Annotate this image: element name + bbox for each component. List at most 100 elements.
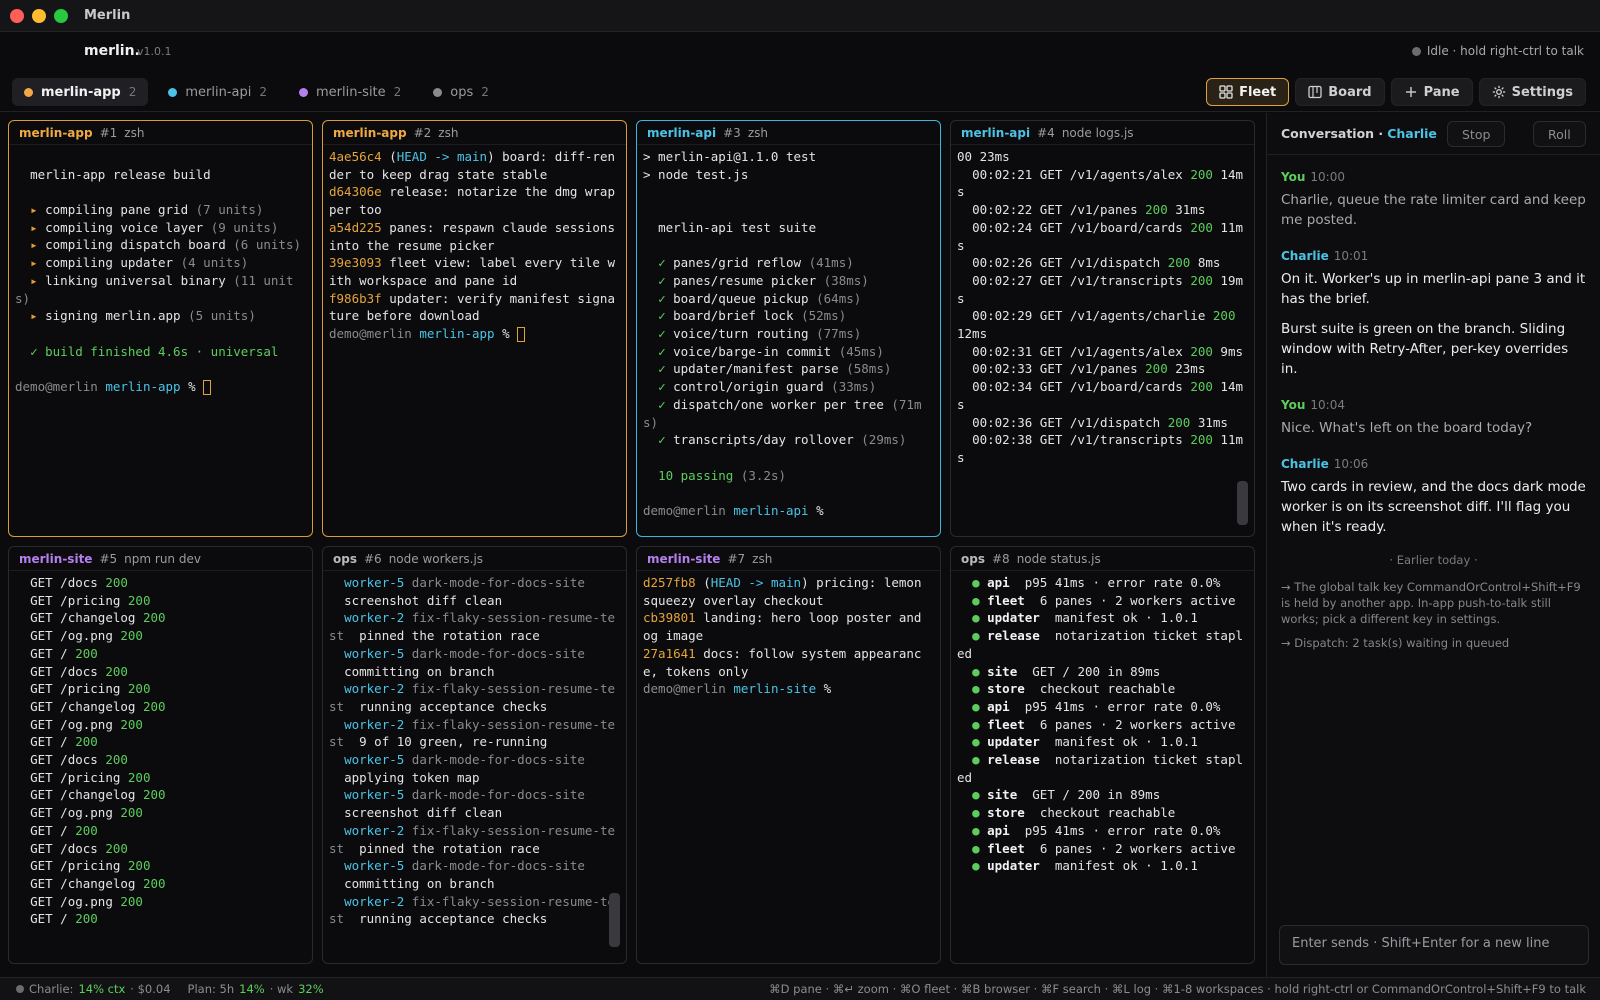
close-window-button[interactable]: [10, 9, 24, 23]
terminal-text: manifest ok · 1.0.1: [1039, 734, 1198, 750]
terminal-pane-6[interactable]: ops #6 node workers.js worker-5 dark-mod…: [322, 546, 627, 964]
terminal-text: screenshot diff clean: [329, 592, 503, 608]
terminal-text: ▸: [15, 219, 46, 235]
add-pane-button[interactable]: Pane: [1390, 78, 1473, 106]
terminal-text: d64306e: [329, 184, 382, 200]
terminal-output[interactable]: 00 23ms 00:02:21 GET /v1/agents/alex 200…: [951, 145, 1254, 467]
terminal-pane-3[interactable]: merlin-api #3 zsh > merlin-api@1.1.0 tes…: [636, 120, 941, 537]
terminal-text: GET /pricing: [15, 858, 128, 874]
message-author: Charlie 10:06: [1281, 454, 1586, 474]
terminal-line: ● api p95 41ms · error rate 0.0%: [957, 698, 1249, 716]
terminal-line: GET /og.png 200: [15, 716, 307, 734]
terminal-text: ●: [957, 628, 988, 644]
terminal-pane-4[interactable]: merlin-api #4 node logs.js 00 23ms 00:02…: [950, 120, 1255, 537]
tab-count: 2: [393, 85, 402, 99]
terminal-line: > node test.js: [643, 166, 935, 184]
terminal-text: 00:02:29 GET /v1/agents/charlie: [957, 308, 1213, 324]
terminal-text: 200: [1212, 308, 1236, 324]
terminal-pane-2[interactable]: merlin-app #2 zsh 4ae56c4 (HEAD -> main)…: [322, 120, 627, 537]
terminal-pane-1[interactable]: merlin-app #1 zsh merlin-app release bui…: [8, 120, 313, 537]
terminal-text: worker-5: [329, 752, 405, 768]
terminal-text: 200: [75, 645, 98, 661]
pane-command: node logs.js: [1061, 125, 1134, 140]
workspace-dot-icon: [299, 87, 309, 97]
terminal-line: worker-2 fix-flaky-session-resume-test r…: [329, 893, 621, 928]
terminal-output[interactable]: ● api p95 41ms · error rate 0.0% ● fleet…: [951, 571, 1254, 875]
terminal-text: 200: [105, 840, 128, 856]
terminal-text: a54d225: [329, 219, 382, 235]
terminal-text: compiling updater: [45, 255, 181, 271]
terminal-text: f986b3f: [329, 290, 382, 306]
board-button[interactable]: Board: [1295, 78, 1385, 106]
terminal-output[interactable]: > merlin-api@1.1.0 test > node test.js me…: [637, 145, 940, 520]
terminal-text: ●: [957, 681, 988, 697]
terminal-line: ● store checkout reachable: [957, 680, 1249, 698]
pane-header: merlin-api #4 node logs.js: [951, 121, 1254, 145]
terminal-text: demo@merlin: [643, 681, 734, 697]
plan-week-usage: 32%: [298, 982, 324, 996]
terminal-text: 200: [127, 592, 151, 608]
roll-button[interactable]: Roll: [1533, 121, 1586, 147]
terminal-line: merlin-app release build: [15, 166, 307, 184]
terminal-pane-5[interactable]: merlin-site #5 npm run dev GET /docs 200…: [8, 546, 313, 964]
terminal-line: GET /pricing 200: [15, 680, 307, 698]
terminal-text: 200: [1190, 379, 1213, 395]
scrollbar-thumb[interactable]: [1237, 481, 1248, 525]
terminal-text: 31ms: [1167, 202, 1206, 218]
tab-merlin-site[interactable]: merlin-site 2: [287, 78, 413, 106]
terminal-text: dark-mode-for-docs-site: [404, 752, 585, 768]
pane-number: #1: [99, 125, 118, 140]
terminal-text: panes/grid reflow: [673, 255, 809, 271]
terminal-text: control/origin guard: [673, 379, 832, 395]
terminal-line: a54d225 panes: respawn claude sessions i…: [329, 219, 621, 254]
voice-status-text: Idle · hold right-ctrl to talk: [1426, 44, 1584, 58]
pane-workspace: ops: [961, 551, 985, 566]
terminal-output[interactable]: d257fb8 (HEAD -> main) pricing: lemon sq…: [637, 571, 940, 698]
terminal-output[interactable]: worker-5 dark-mode-for-docs-site screens…: [323, 571, 626, 928]
terminal-text: GET /pricing: [15, 592, 128, 608]
terminal-text: ●: [957, 858, 988, 874]
terminal-text: (29ms): [861, 432, 907, 448]
terminal-text: (9 units): [210, 219, 279, 235]
settings-button[interactable]: Settings: [1478, 78, 1586, 106]
terminal-line: ✓ transcripts/day rollover (29ms): [643, 431, 935, 449]
tab-ops[interactable]: ops 2: [421, 78, 501, 106]
message-input[interactable]: Enter sends · Shift+Enter for a new line: [1279, 925, 1589, 965]
fleet-button[interactable]: Fleet: [1206, 78, 1290, 106]
terminal-text: 00:02:21 GET /v1/agents/alex: [957, 166, 1191, 182]
terminal-line: ▸ signing merlin.app (5 units): [15, 307, 307, 325]
minimize-window-button[interactable]: [32, 9, 46, 23]
terminal-output[interactable]: 4ae56c4 (HEAD -> main) board: diff-rende…: [323, 145, 626, 343]
zoom-window-button[interactable]: [54, 9, 68, 23]
terminal-text: 00:02:31 GET /v1/agents/alex: [957, 343, 1191, 359]
tab-merlin-api[interactable]: merlin-api 2: [156, 78, 279, 106]
terminal-line: demo@merlin merlin-app %: [329, 325, 621, 343]
terminal-text: (52ms): [801, 308, 847, 324]
terminal-text: GET /changelog: [15, 610, 143, 626]
terminal-output[interactable]: merlin-app release build ▸ compiling pan…: [9, 145, 312, 396]
author-name: Charlie: [1281, 457, 1329, 471]
terminal-text: %: [180, 379, 204, 395]
terminal-line: ▸ compiling voice layer (9 units): [15, 219, 307, 237]
terminal-line: 00:02:21 GET /v1/agents/alex 200 14ms: [957, 166, 1249, 201]
settings-label: Settings: [1511, 84, 1573, 100]
terminal-text: dark-mode-for-docs-site: [404, 645, 585, 661]
terminal-text: pinned the rotation race: [344, 628, 540, 644]
message-paragraph: Nice. What's left on the board today?: [1281, 420, 1533, 436]
terminal-line: GET /og.png 200: [15, 893, 307, 911]
tab-merlin-app[interactable]: merlin-app 2: [12, 78, 149, 106]
pane-workspace: merlin-app: [19, 125, 93, 140]
terminal-pane-8[interactable]: ops #8 node status.js ● api p95 41ms · e…: [950, 546, 1255, 964]
terminal-text: ▸: [15, 202, 46, 218]
terminal-text: ●: [957, 663, 988, 679]
earlier-divider: · Earlier today ·: [1389, 553, 1478, 567]
terminal-output[interactable]: GET /docs 200 GET /pricing 200 GET /chan…: [9, 571, 312, 928]
pane-number: #5: [99, 551, 118, 566]
terminal-text: %: [494, 326, 518, 342]
scrollbar-thumb[interactable]: [609, 893, 620, 947]
terminal-pane-7[interactable]: merlin-site #7 zsh d257fb8 (HEAD -> main…: [636, 546, 941, 964]
message-body: Nice. What's left on the board today?: [1281, 418, 1586, 438]
stop-button[interactable]: Stop: [1447, 121, 1506, 147]
